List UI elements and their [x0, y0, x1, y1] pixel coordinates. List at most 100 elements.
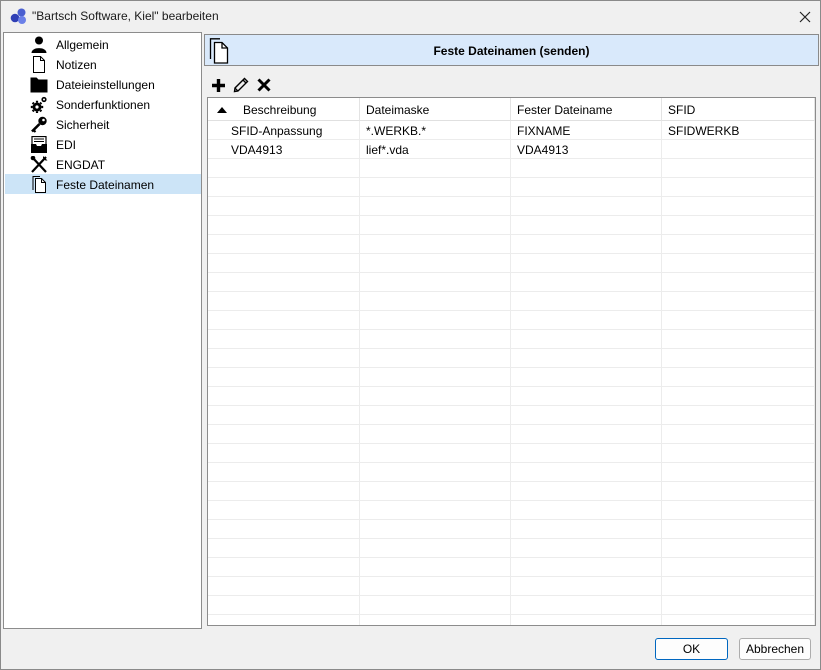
close-button[interactable]	[790, 1, 820, 32]
table-cell	[662, 292, 815, 311]
table-cell	[360, 235, 511, 254]
table-cell	[360, 216, 511, 235]
add-button[interactable]	[209, 76, 227, 94]
sidebar-item-allgemein[interactable]: Allgemein	[5, 34, 201, 54]
sidebar-item-label: ENGDAT	[56, 158, 106, 172]
table-cell	[662, 254, 815, 273]
table-cell	[511, 292, 662, 311]
table-cell	[662, 273, 815, 292]
table-cell	[360, 197, 511, 216]
table-cell	[662, 235, 815, 254]
table-cell	[360, 330, 511, 349]
table-cell	[511, 216, 662, 235]
key-icon	[31, 116, 47, 133]
sidebar-item-feste-dateinamen[interactable]: Feste Dateinamen	[5, 174, 201, 194]
table-row	[208, 558, 815, 577]
window-title: "Bartsch Software, Kiel" bearbeiten	[32, 9, 219, 23]
table-cell	[360, 311, 511, 330]
table-row	[208, 273, 815, 292]
sidebar-item-label: Dateieinstellungen	[56, 78, 155, 92]
table-cell	[208, 539, 360, 558]
table-cell	[208, 254, 360, 273]
table-row	[208, 330, 815, 349]
table-cell	[360, 577, 511, 596]
table-cell	[662, 330, 815, 349]
table-cell	[662, 387, 815, 406]
table-cell: lief*.vda	[360, 140, 511, 159]
table-row	[208, 577, 815, 596]
table-cell	[511, 197, 662, 216]
table-cell	[208, 463, 360, 482]
table-cell	[360, 178, 511, 197]
table-cell	[208, 216, 360, 235]
table-cell	[662, 520, 815, 539]
table-cell	[662, 216, 815, 235]
cancel-button[interactable]: Abbrechen	[739, 638, 811, 660]
table-cell	[360, 254, 511, 273]
table-cell	[511, 539, 662, 558]
panel-header: Feste Dateinamen (senden)	[204, 34, 819, 66]
table-cell	[511, 520, 662, 539]
ok-button[interactable]: OK	[655, 638, 728, 660]
sidebar-item-sicherheit[interactable]: Sicherheit	[5, 114, 201, 134]
table-row	[208, 311, 815, 330]
table-row[interactable]: VDA4913 lief*.vda VDA4913	[208, 140, 815, 159]
table-row[interactable]: SFID-Anpassung *.WERKB.* FIXNAME SFIDWERKB	[208, 121, 815, 140]
user-icon	[31, 36, 47, 53]
table-cell	[511, 235, 662, 254]
table-cell	[511, 596, 662, 615]
table-cell	[662, 140, 815, 159]
sidebar-item-edi[interactable]: EDI	[5, 134, 201, 154]
table-row	[208, 159, 815, 178]
table-cell	[360, 349, 511, 368]
table-cell	[360, 558, 511, 577]
inbox-icon	[31, 136, 47, 153]
table-cell	[360, 520, 511, 539]
table-cell	[511, 178, 662, 197]
column-header-beschreibung[interactable]: Beschreibung	[208, 98, 360, 121]
table-cell	[360, 368, 511, 387]
sidebar-item-dateieinstellungen[interactable]: Dateieinstellungen	[5, 74, 201, 94]
close-icon	[799, 11, 811, 22]
table-cell	[208, 368, 360, 387]
table-cell	[360, 387, 511, 406]
table-cell: FIXNAME	[511, 121, 662, 140]
table-cell	[208, 444, 360, 463]
tools-icon	[30, 156, 48, 173]
column-header-sfid[interactable]: SFID	[662, 98, 815, 121]
table-cell	[360, 615, 511, 625]
table-cell	[208, 501, 360, 520]
sidebar-item-sonderfunktionen[interactable]: Sonderfunktionen	[5, 94, 201, 114]
table-row	[208, 501, 815, 520]
delete-button[interactable]	[255, 76, 273, 94]
table-cell	[360, 406, 511, 425]
sidebar-item-label: Sonderfunktionen	[56, 98, 151, 112]
table-cell	[511, 501, 662, 520]
table-cell: VDA4913	[511, 140, 662, 159]
table-row	[208, 178, 815, 197]
add-icon	[211, 78, 225, 92]
table-cell	[511, 368, 662, 387]
table-cell	[360, 273, 511, 292]
sort-ascending-icon	[217, 107, 227, 113]
sidebar-item-label: EDI	[56, 138, 77, 152]
table-header: Beschreibung Dateimaske Fester Dateiname…	[208, 98, 815, 121]
table-cell: *.WERKB.*	[360, 121, 511, 140]
column-header-label: SFID	[668, 103, 696, 117]
table-row	[208, 197, 815, 216]
table-cell	[511, 387, 662, 406]
table-cell	[208, 615, 360, 625]
table-row	[208, 216, 815, 235]
sidebar-item-notizen[interactable]: Notizen	[5, 54, 201, 74]
documents-icon	[32, 176, 46, 193]
table-cell	[208, 596, 360, 615]
column-header-fester-dateiname[interactable]: Fester Dateiname	[511, 98, 662, 121]
column-header-dateimaske[interactable]: Dateimaske	[360, 98, 511, 121]
table-cell	[208, 273, 360, 292]
edit-button[interactable]	[232, 76, 250, 94]
table-cell: VDA4913	[208, 140, 360, 159]
gears-icon	[30, 96, 47, 113]
sidebar-item-engdat[interactable]: ENGDAT	[5, 154, 201, 174]
filenames-table: Beschreibung Dateimaske Fester Dateiname…	[207, 97, 816, 626]
table-row	[208, 615, 815, 625]
